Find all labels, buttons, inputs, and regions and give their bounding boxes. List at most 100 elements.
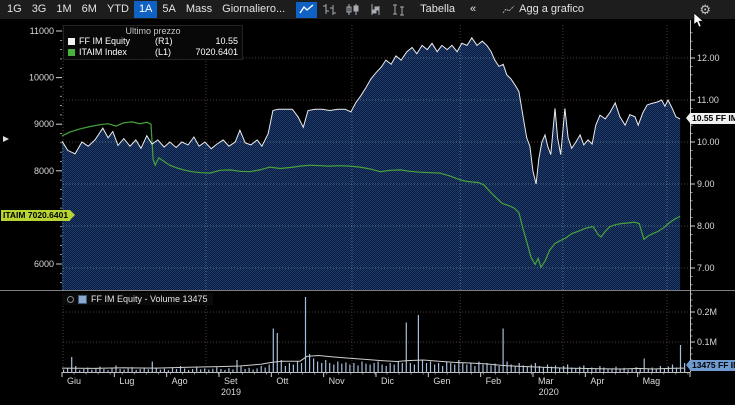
volume-bar: [526, 366, 528, 372]
ohlc-bars-icon[interactable]: [319, 2, 340, 18]
volume-bar: [369, 364, 371, 372]
x-axis-month-label: Dic: [381, 376, 394, 386]
volume-bar: [296, 361, 299, 372]
left-axis-tick-label: 6000: [34, 259, 54, 269]
volume-bar: [466, 364, 468, 372]
volume-bar: [240, 366, 242, 372]
volume-bar: [518, 363, 520, 372]
range-1a[interactable]: 1A: [133, 1, 158, 18]
volume-bar: [268, 364, 270, 372]
volume-bar: [127, 368, 129, 372]
candlestick-icon[interactable]: [342, 2, 363, 18]
volume-bar: [450, 363, 452, 372]
high-low-icon[interactable]: [388, 2, 409, 18]
volume-bar: [341, 363, 343, 372]
volume-bar: [103, 369, 105, 372]
x-axis-month-label: Lug: [119, 376, 134, 386]
volume-bar: [381, 364, 383, 372]
left-axis-tick-label: 8000: [34, 166, 54, 176]
volume-bar: [554, 365, 557, 372]
volume-bar: [446, 361, 448, 372]
volume-bar: [514, 366, 516, 372]
itaim-series-name: ITAIM Index: [79, 47, 127, 57]
volume-bar: [329, 363, 331, 372]
volume-bar: [397, 361, 399, 372]
volume-bar: [434, 364, 436, 372]
volume-bar: [498, 366, 500, 372]
itaim-series-swatch: [68, 49, 75, 56]
volume-bar: [454, 364, 456, 372]
collapse-toolbar-button[interactable]: «: [465, 1, 481, 18]
volume-bar: [288, 363, 290, 372]
range-3g[interactable]: 3G: [27, 1, 52, 18]
mass-button[interactable]: Mass: [181, 1, 217, 18]
volume-bar: [220, 369, 222, 372]
itaim-last-value-badge: ITAIM 7020.6401: [1, 210, 76, 221]
volume-bar: [79, 370, 81, 372]
ff-last-volume-badge: 13475 FF IM: [685, 360, 735, 371]
tabella-button[interactable]: Tabella: [415, 1, 460, 18]
x-axis-month-label: Ago: [172, 376, 188, 386]
volume-bar: [595, 369, 597, 372]
volume-bar: [607, 369, 609, 372]
x-axis-year-label: 2019: [221, 387, 241, 397]
volume-bar: [627, 369, 629, 372]
range-6m[interactable]: 6M: [77, 1, 102, 18]
ff-series-axis: (R1): [155, 36, 173, 46]
volume-bar: [252, 369, 254, 372]
legend-row-itaim[interactable]: ITAIM Index (L1) 7020.6401: [68, 47, 238, 58]
range-1m[interactable]: 1M: [51, 1, 76, 18]
x-axis-month-label: Mag: [643, 376, 661, 386]
mouse-cursor: [693, 13, 704, 28]
volume-bar: [99, 366, 101, 372]
bar-close-icon[interactable]: [365, 2, 386, 18]
volume-bar: [119, 369, 121, 372]
volume-bar: [151, 361, 153, 372]
range-1g[interactable]: 1G: [2, 1, 27, 18]
volume-bar: [147, 369, 149, 372]
volume-bar: [490, 365, 492, 372]
volume-bar: [425, 363, 428, 372]
legend-title: Ultimo prezzo: [125, 26, 181, 36]
volume-bar: [167, 370, 169, 372]
chart-type-icon-group: [295, 1, 410, 18]
period-giornaliero[interactable]: Giornaliero...: [217, 1, 290, 18]
range-5a[interactable]: 5A: [157, 1, 180, 18]
volume-bar: [175, 369, 178, 372]
legend-row-ff[interactable]: FF IM Equity (R1) 10.55: [68, 36, 238, 47]
volume-bar: [171, 367, 174, 372]
volume-bar: [546, 364, 549, 372]
itaim-series-axis: (L1): [155, 47, 172, 57]
volume-bar: [276, 333, 278, 372]
add-to-chart-label: Agg a grafico: [519, 3, 584, 15]
volume-bar: [361, 361, 363, 372]
volume-bar: [67, 368, 69, 372]
volume-bar: [75, 366, 77, 372]
volume-bar: [353, 363, 355, 372]
volume-bar: [417, 315, 419, 372]
volume-bar: [575, 368, 577, 372]
volume-bar: [304, 297, 307, 372]
ff-series-value: 10.55: [215, 36, 238, 46]
volume-axis-tick-label: 0.1M: [697, 337, 717, 347]
ff-last-price-badge: 10.55 FF IM: [686, 113, 735, 124]
volume-bar: [248, 367, 250, 372]
expand-dot-icon[interactable]: [67, 295, 74, 303]
right-axis-tick-label: 9.00: [697, 179, 715, 189]
volume-bar: [159, 369, 161, 372]
volume-bar: [91, 369, 93, 372]
volume-bar: [389, 363, 391, 372]
volume-bar: [393, 364, 395, 372]
volume-bar: [292, 364, 294, 372]
add-to-chart-button[interactable]: Agg a grafico: [497, 1, 589, 18]
ff-series-swatch: [68, 38, 75, 45]
volume-legend-label: FF IM Equity - Volume 13475: [91, 294, 208, 304]
range-ytd[interactable]: YTD: [102, 1, 134, 18]
chart-window: 1100010000900080007000600012.0011.0010.0…: [0, 0, 735, 405]
right-axis-tick-label: 8.00: [697, 221, 715, 231]
volume-bar: [143, 368, 145, 372]
toolbar: 1G 3G 1M 6M YTD 1A 5A Mass Giornaliero... Tabell…: [0, 0, 735, 19]
volume-bar: [333, 364, 335, 372]
volume-legend[interactable]: FF IM Equity - Volume 13475: [62, 293, 213, 305]
line-chart-icon[interactable]: [296, 1, 318, 18]
